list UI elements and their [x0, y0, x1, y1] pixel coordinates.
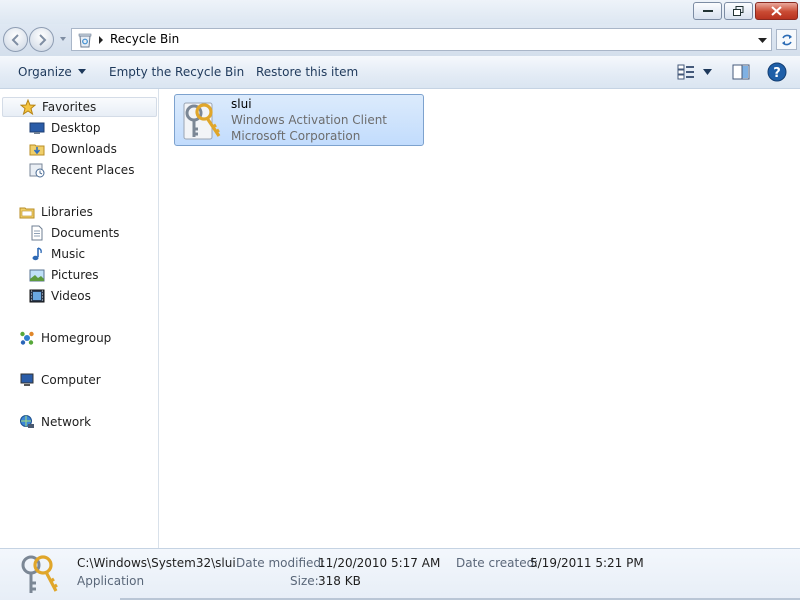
- close-button[interactable]: [755, 2, 798, 20]
- file-item[interactable]: slui Windows Activation Client Microsoft…: [174, 94, 424, 146]
- preview-pane-icon[interactable]: [732, 64, 750, 80]
- nav-favorites-label: Favorites: [42, 100, 97, 114]
- keys-icon: [21, 555, 58, 593]
- empty-recycle-bin-button[interactable]: Empty the Recycle Bin: [109, 65, 244, 79]
- network-icon: [20, 415, 34, 428]
- restore-button[interactable]: [724, 2, 753, 20]
- details-date-modified-label: Date modified:: [236, 556, 326, 570]
- navigation-pane: Favorites Desktop Downloads Recent Place…: [0, 89, 159, 548]
- file-description: Windows Activation Client: [231, 113, 388, 127]
- address-row: Recycle Bin: [0, 24, 800, 56]
- restore-item-button[interactable]: Restore this item: [256, 65, 358, 79]
- details-size-label: Size:: [290, 574, 319, 588]
- nav-pictures[interactable]: Pictures: [29, 265, 99, 285]
- chevron-down-icon: [77, 69, 86, 74]
- organize-label: Organize: [18, 65, 72, 79]
- nav-recent-places-label: Recent Places: [51, 163, 135, 177]
- homegroup-icon: [20, 331, 34, 345]
- nav-desktop[interactable]: Desktop: [29, 118, 101, 138]
- forward-button[interactable]: [29, 27, 54, 52]
- close-icon: [771, 6, 782, 16]
- breadcrumb-recycle-bin[interactable]: Recycle Bin: [110, 32, 179, 46]
- details-date-modified: 11/20/2010 5:17 AM: [318, 556, 441, 570]
- computer-icon: [20, 373, 34, 386]
- nav-music[interactable]: Music: [29, 244, 85, 264]
- file-company: Microsoft Corporation: [231, 129, 361, 143]
- libraries-icon: [19, 207, 35, 219]
- music-icon: [32, 247, 42, 261]
- details-original-location: C:\Windows\System32\slui: [77, 556, 236, 570]
- organize-button[interactable]: Organize: [18, 65, 86, 79]
- nav-computer[interactable]: Computer: [19, 370, 101, 390]
- details-date-created-label: Date created:: [456, 556, 539, 570]
- file-list: slui Windows Activation Client Microsoft…: [160, 89, 800, 548]
- minimize-button[interactable]: [693, 2, 722, 20]
- nav-favorites[interactable]: Favorites: [2, 97, 157, 117]
- desktop-icon: [29, 122, 45, 134]
- recycle-bin-icon: [78, 33, 92, 48]
- nav-pictures-label: Pictures: [51, 268, 99, 282]
- details-type: Application: [77, 574, 145, 588]
- nav-downloads[interactable]: Downloads: [29, 139, 117, 159]
- keys-icon: [183, 102, 221, 140]
- nav-libraries[interactable]: Libraries: [19, 202, 93, 222]
- star-icon: [20, 99, 36, 115]
- refresh-icon: [781, 34, 792, 45]
- nav-homegroup[interactable]: Homegroup: [19, 328, 111, 348]
- file-name: slui: [231, 97, 252, 111]
- address-dropdown-icon[interactable]: [758, 36, 767, 44]
- command-bar: Organize Empty the Recycle Bin Restore t…: [0, 56, 800, 89]
- refresh-button[interactable]: [776, 29, 797, 50]
- recent-places-icon: [29, 163, 45, 178]
- nav-documents[interactable]: Documents: [29, 223, 119, 243]
- forward-arrow-icon: [38, 33, 46, 46]
- back-button[interactable]: [3, 27, 28, 52]
- documents-icon: [31, 225, 43, 241]
- nav-music-label: Music: [51, 247, 86, 261]
- downloads-folder-icon: [29, 144, 45, 156]
- breadcrumb-arrow-icon[interactable]: [98, 36, 104, 44]
- details-pane: C:\Windows\System32\slui Application Dat…: [0, 548, 800, 600]
- svg-text:?: ?: [773, 66, 781, 81]
- nav-homegroup-label: Homegroup: [41, 331, 112, 345]
- change-view-icon[interactable]: [677, 64, 695, 80]
- nav-videos[interactable]: Videos: [29, 286, 91, 306]
- help-icon[interactable]: ?: [767, 62, 787, 82]
- nav-network[interactable]: Network: [19, 412, 91, 432]
- pictures-icon: [29, 269, 45, 282]
- restore-icon: [733, 6, 744, 16]
- nav-desktop-label: Desktop: [51, 121, 101, 135]
- nav-computer-label: Computer: [41, 373, 101, 387]
- recent-pages-dropdown-icon[interactable]: [58, 34, 68, 44]
- nav-downloads-label: Downloads: [51, 142, 117, 156]
- window-controls: [693, 2, 798, 20]
- minimize-icon: [702, 10, 713, 12]
- nav-libraries-label: Libraries: [41, 205, 93, 219]
- nav-documents-label: Documents: [51, 226, 120, 240]
- view-options-dropdown-icon[interactable]: [703, 69, 712, 75]
- nav-network-label: Network: [41, 415, 92, 429]
- back-arrow-icon: [11, 33, 19, 46]
- nav-videos-label: Videos: [51, 289, 91, 303]
- details-date-created: 5/19/2011 5:21 PM: [530, 556, 644, 570]
- nav-recent-places[interactable]: Recent Places: [29, 160, 134, 180]
- title-bar: [0, 0, 800, 24]
- address-bar[interactable]: Recycle Bin: [71, 28, 772, 51]
- videos-icon: [29, 289, 45, 303]
- details-size: 318 KB: [318, 574, 361, 588]
